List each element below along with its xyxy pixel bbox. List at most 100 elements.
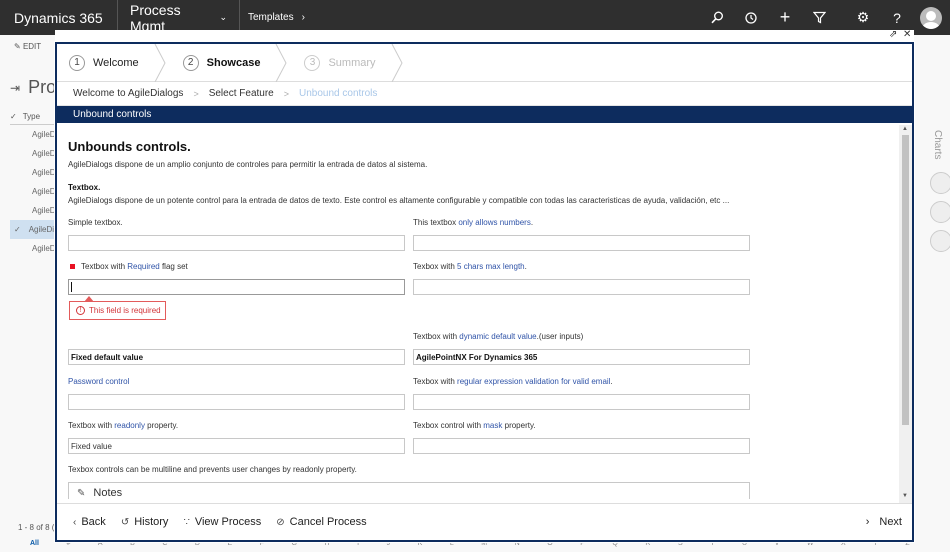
label-text: Textbox with [68, 421, 115, 430]
step-showcase[interactable]: 2 Showcase [182, 43, 305, 82]
step-label: Summary [328, 56, 376, 69]
pencil-icon: ✎ [77, 487, 86, 499]
chart-pie-icon[interactable] [930, 172, 950, 194]
table-row[interactable]: AgileDi [10, 125, 57, 144]
field-numbers-textbox: This textbox only allows numbers. [413, 218, 750, 251]
password-input[interactable] [68, 394, 405, 410]
charts-label[interactable]: Charts [932, 130, 943, 159]
field-password: Password control [68, 377, 405, 410]
label-text: Textbox with [81, 262, 128, 271]
label-highlight: Required [127, 262, 160, 271]
field-label: This textbox only allows numbers. [413, 218, 750, 230]
step-number: 2 [182, 54, 199, 71]
breadcrumb-item[interactable]: Welcome to AgileDialogs [73, 88, 183, 99]
required-indicator-icon [70, 263, 75, 269]
validation-error-tooltip: ! This field is required [69, 296, 166, 320]
cancel-process-button[interactable]: ⊘ Cancel Process [276, 516, 366, 528]
label-text: . [530, 218, 534, 227]
notes-label: Notes [93, 487, 123, 499]
textbox-description: AgileDialogs dispone de un potente contr… [68, 196, 730, 205]
numbers-textbox-input[interactable] [413, 235, 750, 251]
field-maxlength-textbox: Texbox with 5 chars max length. [413, 262, 750, 295]
checkmark-icon: ✓ [14, 225, 21, 234]
label-text: Texbox control with [413, 421, 484, 430]
step-summary[interactable]: 3 Summary [304, 43, 419, 82]
back-label: Back [81, 516, 106, 528]
field-fixed-default: Fixed default value [68, 349, 405, 365]
textbox-heading: Textbox. [68, 183, 101, 192]
next-button[interactable]: › Next [866, 516, 902, 528]
label-text: property. [144, 421, 179, 430]
wizard-dialog: 1 Welcome 2 Showcase 3 Summary Welcome t… [55, 42, 914, 542]
page-title: ⇥ Pro [10, 77, 56, 98]
field-mask: Texbox control with mask property. [413, 421, 750, 454]
chart-line-icon[interactable] [930, 230, 950, 252]
close-icon[interactable]: ✕ [903, 29, 911, 40]
cancel-icon: ⊘ [276, 516, 285, 528]
avatar[interactable] [920, 6, 942, 29]
chevron-right-icon: > [283, 88, 290, 99]
form-content: Unbounds controls. AgileDialogs dispone … [57, 125, 899, 499]
multiline-textarea[interactable] [68, 482, 750, 499]
pin-icon[interactable]: ⇥ [10, 81, 20, 95]
dynamic-default-input[interactable]: AgilePointNX For Dynamics 365 [413, 349, 750, 365]
record-grid: ✓ Type AgileDi AgileDi AgileDi AgileDi A… [10, 109, 57, 258]
required-textbox-input[interactable] [68, 279, 405, 295]
row-label: AgileDi [28, 225, 55, 234]
simple-textbox-input[interactable] [68, 235, 405, 251]
back-button[interactable]: ‹ Back [73, 516, 106, 528]
column-header-type[interactable]: Type [23, 112, 40, 121]
chevron-right-icon [276, 43, 288, 82]
label-highlight: readonly [114, 421, 145, 430]
chevron-left-icon: ‹ [73, 516, 77, 528]
table-row-selected[interactable]: ✓ AgileDi [10, 220, 56, 239]
scroll-up-icon[interactable]: ▲ [902, 126, 908, 132]
nav-crumb-templates[interactable]: Templates › [240, 12, 313, 23]
record-count: 1 - 8 of 8 ( [18, 523, 55, 532]
notes-section[interactable]: ✎ Notes [77, 487, 122, 499]
label-highlight: only allows numbers [458, 218, 531, 227]
process-flow-icon: ∵ [183, 516, 190, 528]
table-row[interactable]: AgileDi [10, 163, 57, 182]
step-number: 3 [304, 54, 321, 71]
history-button[interactable]: ↺ History [121, 516, 169, 528]
form-heading: Unbounds controls. [68, 139, 191, 154]
field-simple-textbox: Simple textbox. [68, 218, 405, 251]
fixed-default-input[interactable]: Fixed default value [68, 349, 405, 365]
area-label: Process Mgmt [130, 1, 181, 34]
table-row[interactable]: AgileDi [10, 182, 57, 201]
table-row[interactable]: AgileDi [10, 239, 57, 258]
scroll-down-icon[interactable]: ▼ [902, 493, 908, 499]
history-icon: ↺ [120, 516, 130, 528]
table-row[interactable]: AgileDi [10, 201, 57, 220]
field-label: Texbox controls can be multiline and pre… [68, 465, 357, 474]
text-caret [71, 282, 72, 292]
alpha-filter-item[interactable]: All [30, 540, 39, 547]
scrollbar-thumb[interactable] [902, 135, 909, 425]
error-message: This field is required [89, 306, 161, 315]
field-label: Password control [68, 377, 405, 389]
expand-icon[interactable]: ⇗ [889, 29, 897, 40]
edit-command[interactable]: ✎ EDIT [14, 42, 41, 51]
maxlength-textbox-input[interactable] [413, 279, 750, 295]
field-label: Textbox with readonly property. [68, 421, 405, 433]
breadcrumb: Welcome to AgileDialogs > Select Feature… [57, 82, 912, 106]
error-icon: ! [76, 306, 85, 315]
field-label: Simple textbox. [68, 218, 123, 227]
step-label: Welcome [93, 56, 139, 69]
checkmark-icon[interactable]: ✓ [10, 112, 17, 121]
field-readonly: Textbox with readonly property. Fixed va… [68, 421, 405, 454]
breadcrumb-item[interactable]: Select Feature [209, 88, 274, 99]
cancel-process-label: Cancel Process [289, 516, 367, 528]
field-label: Texbox control with mask property. [413, 421, 750, 433]
field-label: Texbox with 5 chars max length. [413, 262, 750, 274]
chart-target-icon[interactable] [930, 201, 950, 223]
view-process-button[interactable]: ∵ View Process [183, 516, 261, 528]
label-text: property. [502, 421, 536, 430]
step-welcome[interactable]: 1 Welcome [69, 43, 183, 82]
email-regex-input[interactable] [413, 394, 750, 410]
label-highlight: regular expression validation for valid … [457, 377, 611, 386]
table-row[interactable]: AgileDi [10, 144, 57, 163]
mask-input[interactable] [413, 438, 750, 454]
vertical-scrollbar[interactable]: ▲ ▼ [899, 125, 912, 503]
